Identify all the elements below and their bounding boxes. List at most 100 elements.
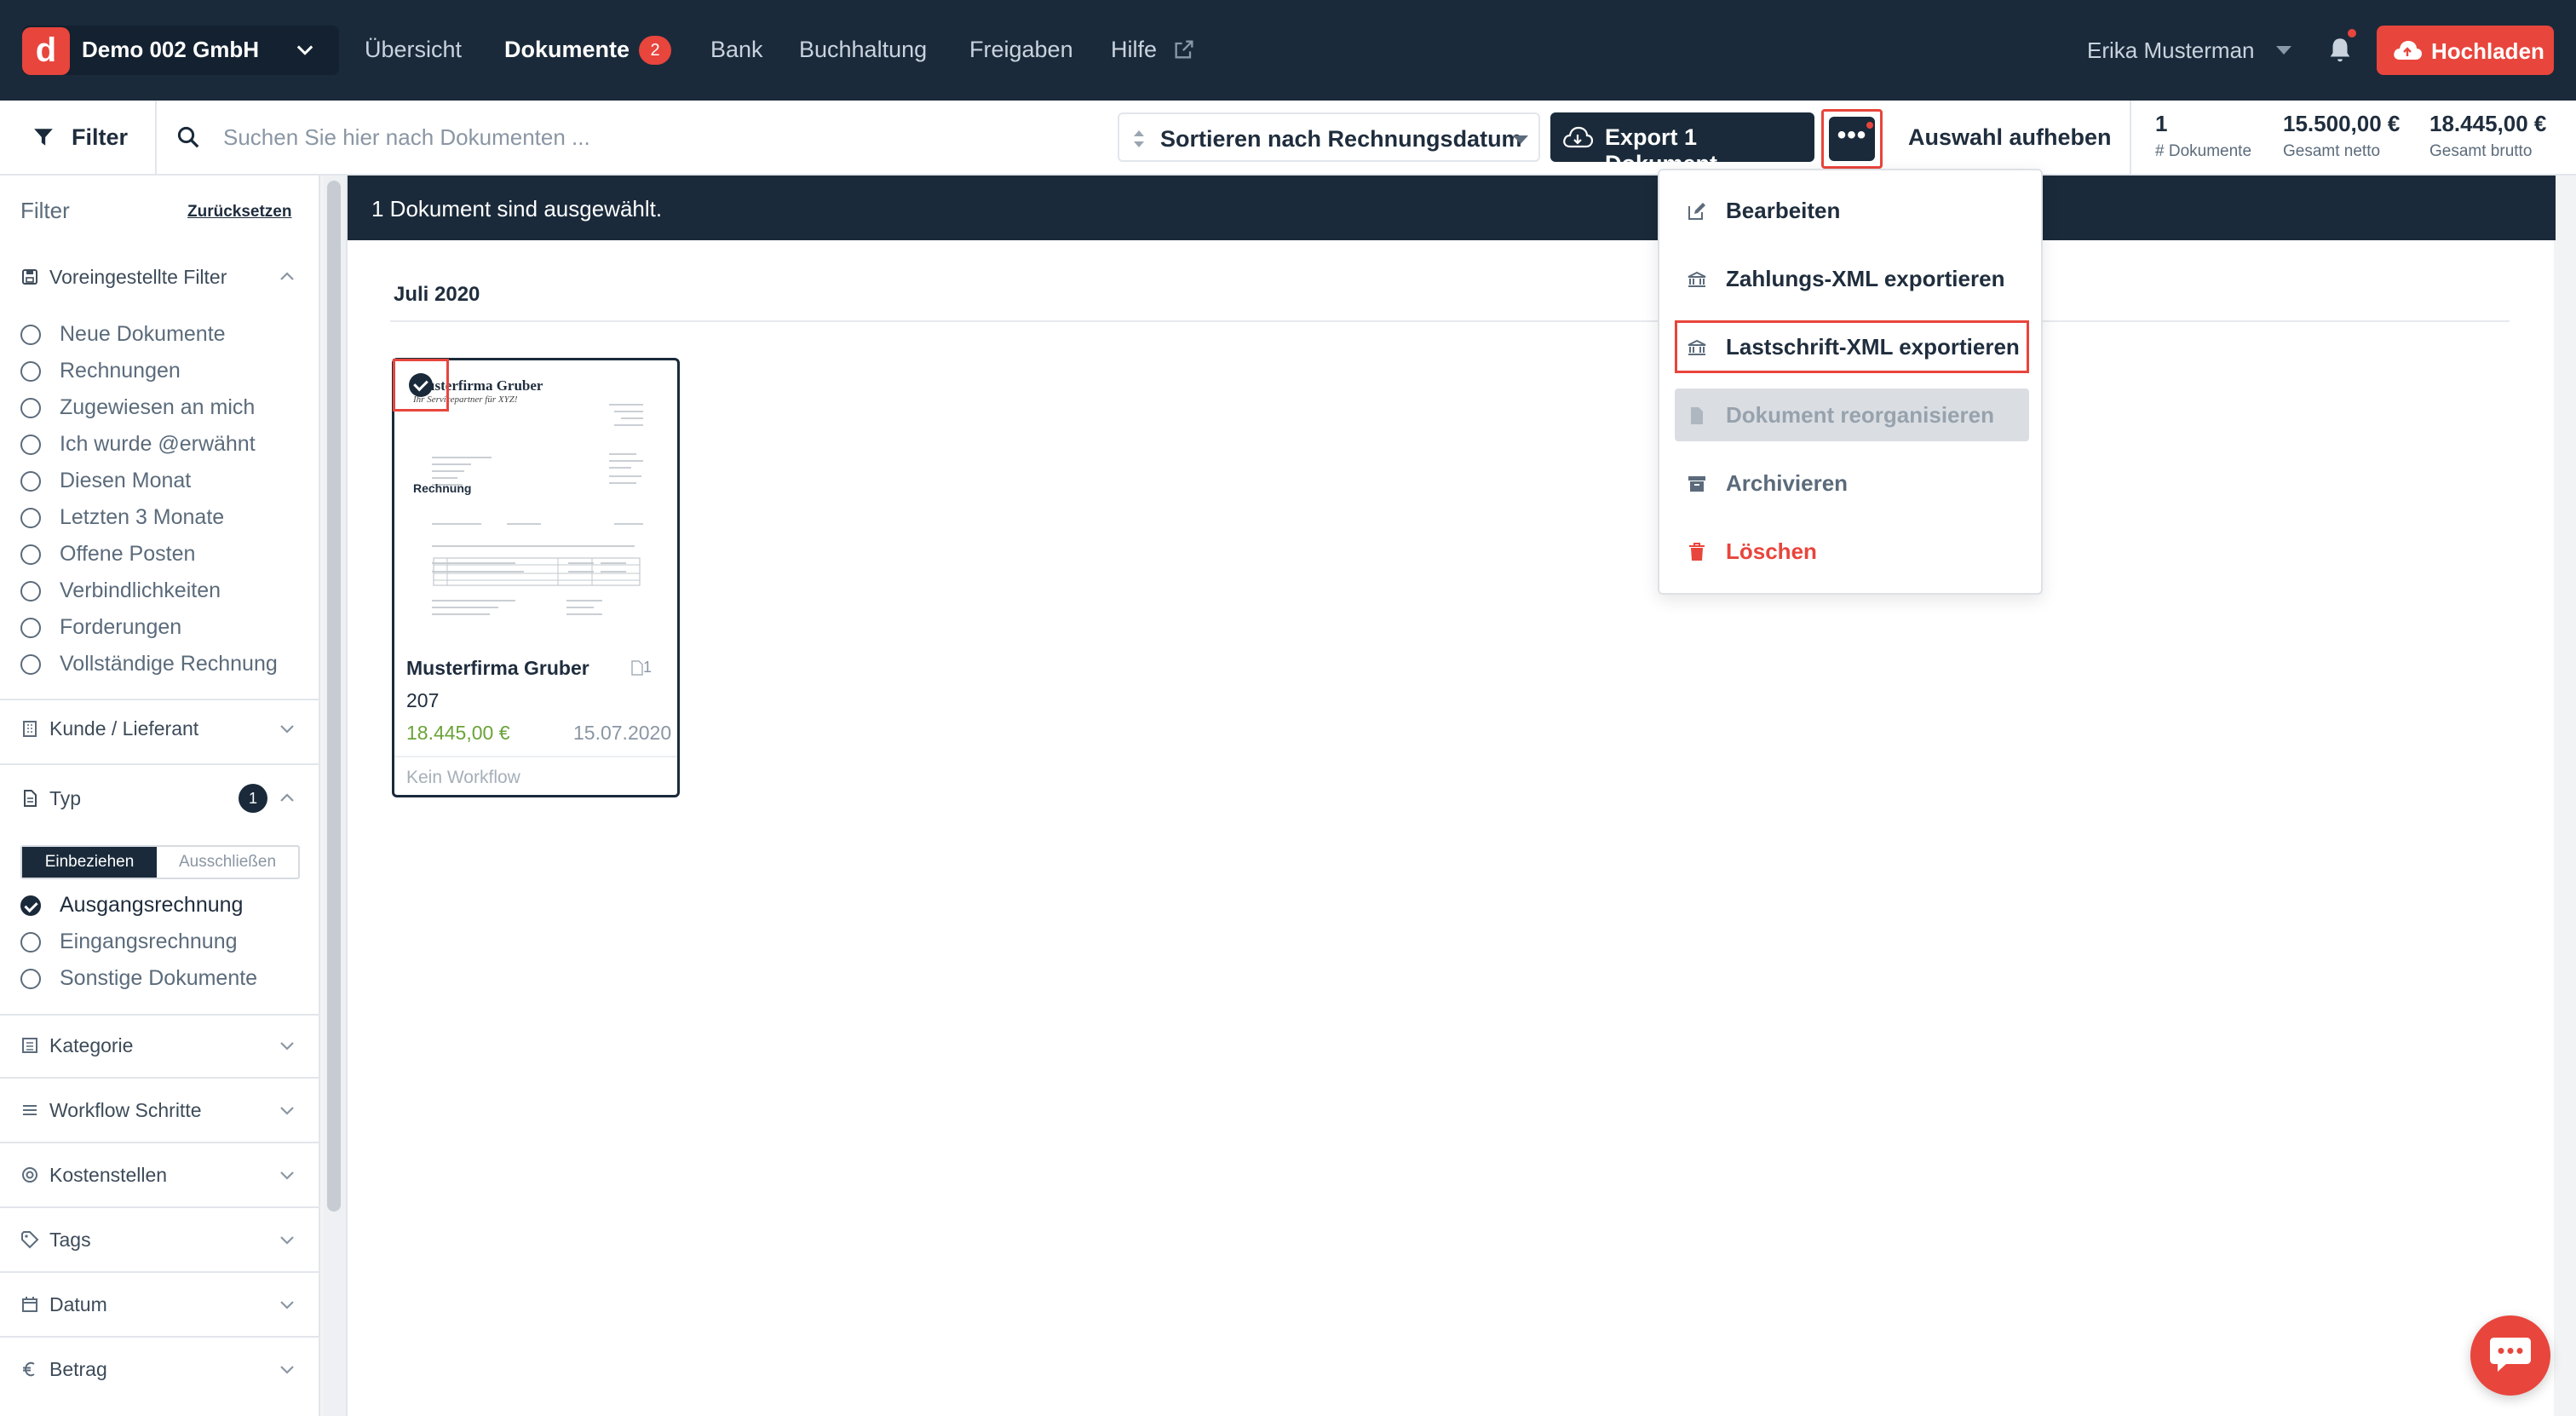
chat-button[interactable] [2470,1315,2550,1396]
stat-value: 1 [2155,111,2168,136]
section-label: Kostenstellen [49,1164,168,1186]
menu-item-label: Lastschrift-XML exportieren [1726,334,2020,360]
preset-item[interactable]: Forderungen [20,610,310,644]
bars-icon [23,1105,37,1115]
menu-item-export-payment-xml[interactable]: Zahlungs-XML exportieren [1675,252,2029,305]
radio-button[interactable] [20,544,41,565]
include-option[interactable]: Einbeziehen [22,847,157,878]
radio-button[interactable] [20,618,41,638]
divider [0,1206,320,1208]
chevron-down-icon [280,725,294,734]
more-actions-button[interactable]: ••• [1821,109,1883,169]
section-type[interactable]: Typ 1 [20,780,302,814]
bell-icon[interactable] [2326,34,2355,65]
section-category[interactable]: Kategorie [20,1027,302,1062]
sort-label: Sortieren nach Rechnungsdatum [1160,126,1522,152]
preset-item[interactable]: Diesen Monat [20,463,310,498]
export-button[interactable]: Export 1 Dokument [1550,112,1814,176]
type-item[interactable]: Sonstige Dokumente [20,961,310,995]
document-date: 15.07.2020 [573,722,672,744]
radio-button[interactable] [20,435,41,455]
target-icon [22,1167,37,1183]
company-name[interactable]: Demo 002 GmbH [82,37,259,63]
radio-button[interactable] [20,969,41,989]
radio-button[interactable] [20,325,41,345]
type-item[interactable]: Ausgangsrechnung [20,888,310,922]
section-customer-supplier[interactable]: Kunde / Lieferant [20,711,302,745]
month-group-heading: Juli 2020 [394,283,480,306]
document-vendor: Musterfirma Gruber [406,657,589,679]
preset-label: Vollständige Rechnung [60,652,278,676]
radio-button[interactable] [20,654,41,675]
divider [390,320,2510,322]
list-icon [22,1038,37,1053]
search-input[interactable] [223,118,1075,157]
chevron-down-icon[interactable] [293,37,317,61]
preset-label: Letzten 3 Monate [60,505,225,529]
type-item[interactable]: Eingangsrechnung [20,924,310,958]
nav-link-bank[interactable]: Bank [710,37,763,63]
section-cost-centers[interactable]: Kostenstellen [20,1157,302,1191]
preset-item[interactable]: Rechnungen [20,354,310,388]
include-exclude-toggle: Einbeziehen Ausschließen [20,845,300,879]
caret-down-icon[interactable] [2276,46,2291,55]
section-workflow-steps[interactable]: Workflow Schritte [20,1092,302,1126]
sort-dropdown[interactable]: Sortieren nach Rechnungsdatum [1118,112,1540,162]
archive-icon [1688,476,1705,492]
preset-item[interactable]: Zugewiesen an mich [20,390,310,424]
preset-label: Zugewiesen an mich [60,395,256,419]
menu-item-edit[interactable]: Bearbeiten [1675,184,2029,237]
divider [0,1336,320,1338]
radio-button[interactable] [20,581,41,602]
menu-item-delete[interactable]: Löschen [1675,525,2029,578]
cloud-upload-icon [2394,41,2422,60]
section-preset-filters[interactable]: Voreingestellte Filter [20,259,302,293]
euro-icon [23,1361,35,1377]
radio-button[interactable] [20,932,41,953]
documents-count-badge: 2 [639,36,671,65]
section-date[interactable]: Datum [20,1286,302,1321]
document-card[interactable]: Musterfirma Gruber Ihr Servicepartner fü… [392,358,680,797]
radio-button[interactable] [20,471,41,492]
radio-button[interactable] [20,508,41,528]
preset-item[interactable]: Verbindlichkeiten [20,573,310,607]
indicator-dot [1866,122,1873,129]
app-logo: d [22,27,70,75]
nav-link-overview[interactable]: Übersicht [365,37,462,63]
radio-button[interactable] [20,361,41,382]
radio-button-checked[interactable] [20,895,41,916]
section-amount[interactable]: Betrag [20,1351,302,1385]
preset-item[interactable]: Ich wurde @erwähnt [20,427,310,461]
stat-label: Gesamt netto [2283,142,2381,160]
sidebar-scrollbar[interactable] [327,181,341,1212]
nav-link-accounting[interactable]: Buchhaltung [799,37,927,63]
type-label: Eingangsrechnung [60,930,238,953]
upload-button[interactable]: Hochladen [2377,26,2554,75]
preset-item[interactable]: Vollständige Rechnung [20,647,310,681]
preset-item[interactable]: Letzten 3 Monate [20,500,310,534]
page-icon [631,660,643,676]
selected-check-icon[interactable] [409,373,433,397]
nav-link-documents[interactable]: Dokumente [504,37,630,63]
menu-item-export-direct-debit-xml[interactable]: Lastschrift-XML exportieren [1675,320,2029,373]
more-actions-inner[interactable]: ••• [1829,117,1875,161]
deselect-button[interactable]: Auswahl aufheben [1908,124,2112,151]
upload-label: Hochladen [2431,38,2544,64]
bank-icon [1688,339,1706,355]
user-menu[interactable]: Erika Musterman [2087,37,2255,64]
nav-link-help[interactable]: Hilfe [1111,37,1157,63]
section-tags[interactable]: Tags [20,1222,302,1256]
exclude-option[interactable]: Ausschließen [157,847,298,878]
menu-item-archive[interactable]: Archivieren [1675,457,2029,509]
stat-value: 15.500,00 € [2283,111,2401,136]
chevron-down-icon [280,1107,294,1115]
preset-item[interactable]: Offene Posten [20,537,310,571]
filter-toggle-button[interactable]: Filter [0,101,157,174]
reset-filters-link[interactable]: Zurücksetzen [187,203,291,222]
thumbnail-title: Rechnung [413,481,472,495]
radio-button[interactable] [20,398,41,418]
section-label: Kunde / Lieferant [49,717,199,740]
preset-item[interactable]: Neue Dokumente [20,317,310,351]
nav-link-approvals[interactable]: Freigaben [969,37,1073,63]
section-label: Workflow Schritte [49,1099,202,1121]
